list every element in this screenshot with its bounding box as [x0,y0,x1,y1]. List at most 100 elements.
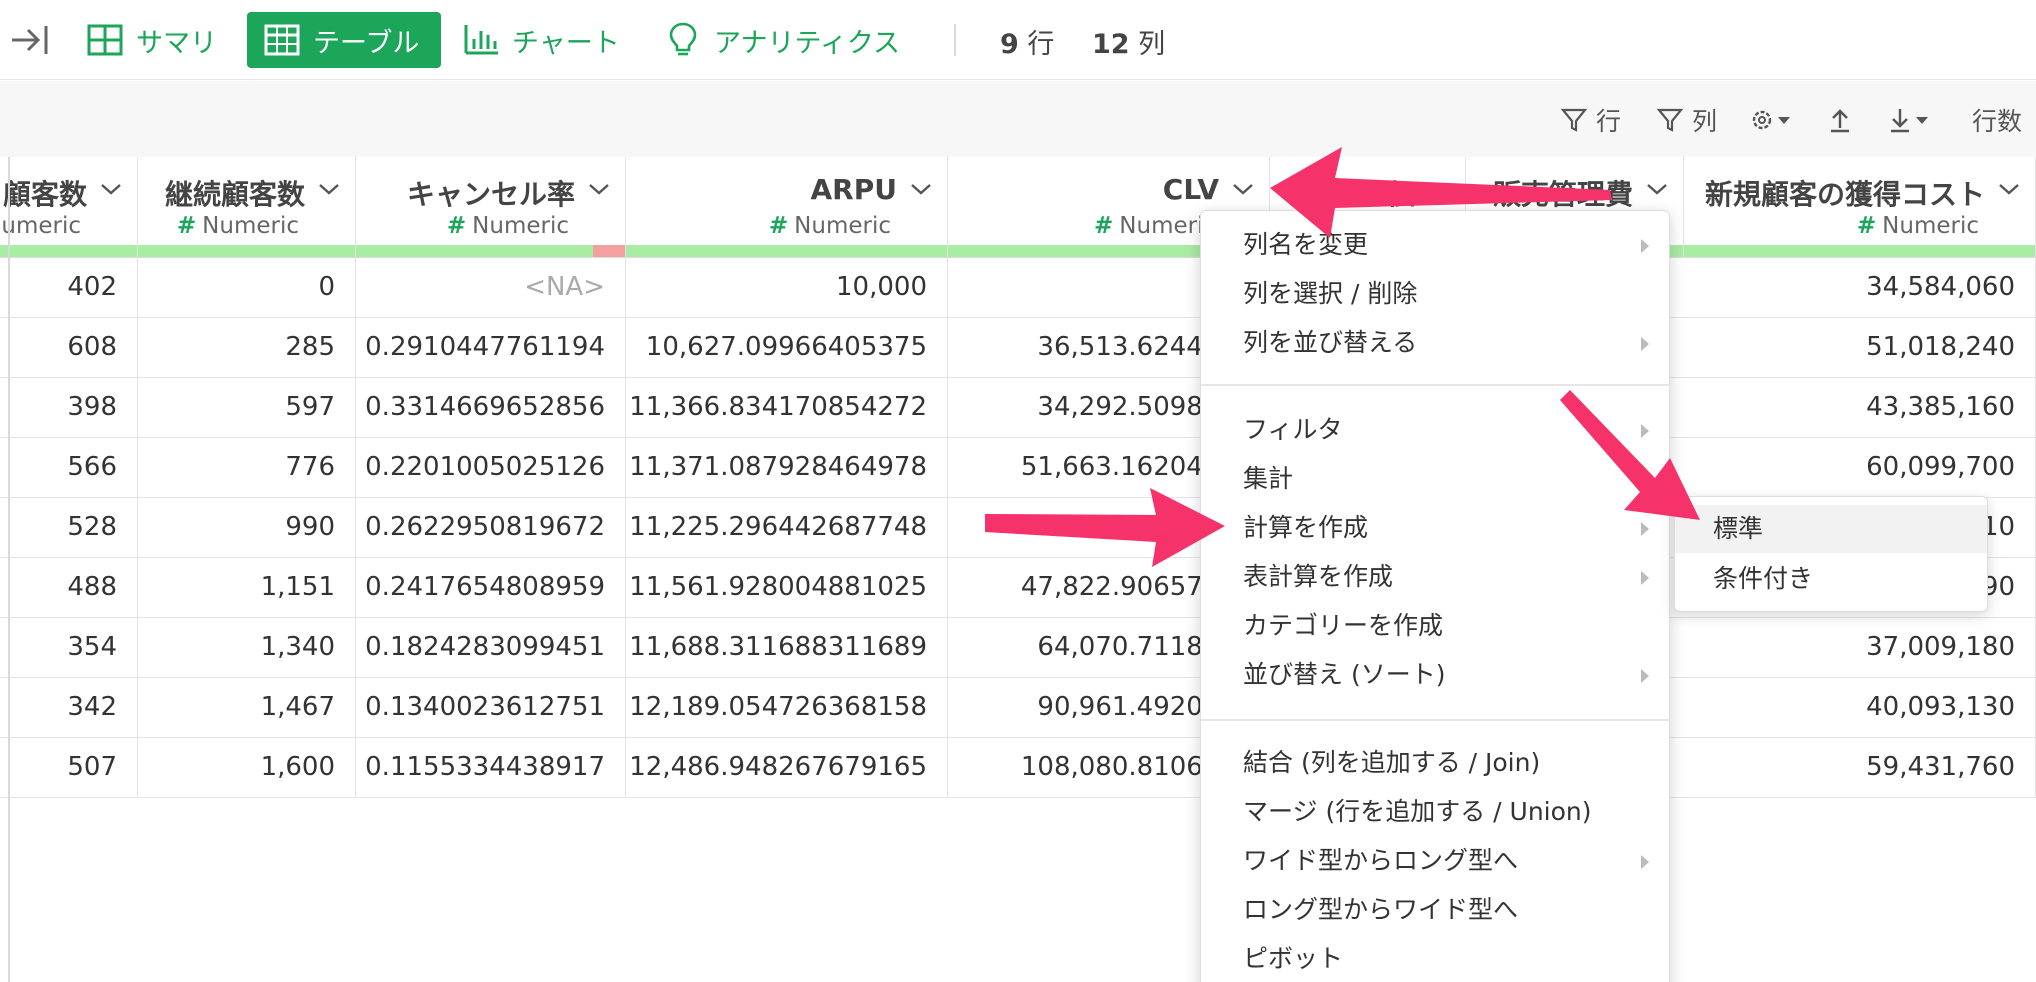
table-cell[interactable]: 59,431,760 [1684,738,2036,798]
menu-item-sort[interactable]: 並び替え (ソート) [1201,651,1671,699]
column-header[interactable]: ARPU # Numeric [626,157,948,258]
table-cell[interactable]: 40,093,130 [1684,678,2036,738]
filter-icon [1656,108,1684,132]
toolbar-divider [954,24,956,56]
row-filter-button[interactable]: 行 [1560,100,1621,140]
upload-button[interactable] [1826,100,1862,140]
menu-item-create-calculation[interactable]: 計算を作成 [1201,504,1671,552]
table-cell[interactable]: 12,189.054726368158 [626,678,948,738]
table-cell[interactable]: 37,009,180 [1684,618,2036,678]
settings-button[interactable] [1750,100,1806,140]
column-type: # Numeric [176,213,299,239]
table-cell[interactable]: 51,018,240 [1684,318,2036,378]
menu-item-label: 集計 [1243,464,1294,493]
download-button[interactable] [1886,100,1944,140]
column-name: 販売管理費 [1492,178,1633,211]
table-cell[interactable]: 1,340 [138,618,356,678]
table-cell[interactable]: 507 [0,738,138,798]
tab-chart[interactable]: チャート [462,12,632,68]
column-header[interactable]: 新規顧客の獲得コスト # Numeric [1684,157,2036,258]
table-cell[interactable]: 0.1340023612751 [356,678,626,738]
table-cell[interactable]: 402 [0,258,138,318]
table-cell[interactable]: 0.1155334438917 [356,738,626,798]
table-cell[interactable]: 11,366.834170854272 [626,378,948,438]
menu-item-filter[interactable]: フィルタ [1201,406,1671,454]
column-header[interactable]: 継続顧客数 # Numeric [138,157,356,258]
table-cell[interactable]: 342 [0,678,138,738]
table-cell[interactable]: 11,225.296442687748 [626,498,948,558]
menu-divider [1201,719,1671,721]
table-cell[interactable]: <NA> [356,258,626,318]
menu-item-label: ピボット [1243,944,1344,973]
table-cell[interactable]: 398 [0,378,138,438]
menu-item-label: ロング型からワイド型へ [1243,895,1519,924]
menu-item-aggregate[interactable]: 集計 [1201,455,1671,503]
table-cell[interactable]: 0 [138,258,356,318]
table-cell[interactable]: 0.2201005025126 [356,438,626,498]
menu-item-label: 並び替え (ソート) [1243,660,1446,689]
table-cell[interactable]: 11,371.087928464978 [626,438,948,498]
menu-item-join[interactable]: 結合 (列を追加する / Join) [1201,739,1671,787]
table-cell[interactable]: 354 [0,618,138,678]
table-cell[interactable]: 1,467 [138,678,356,738]
table-cell[interactable]: 0.3314669652856 [356,378,626,438]
menu-item-pivot[interactable]: ピボット [1201,935,1671,982]
tab-analytics[interactable]: アナリティクス [664,12,914,68]
chevron-right-icon [1641,669,1649,683]
menu-item-create-table-calculation[interactable]: 表計算を作成 [1201,553,1671,601]
chevron-down-icon[interactable] [1645,181,1669,197]
table-cell[interactable]: 488 [0,558,138,618]
tab-table[interactable]: テーブル [247,12,441,68]
table-cell[interactable]: 597 [138,378,356,438]
chevron-down-icon[interactable] [587,181,611,197]
submenu-item-standard[interactable]: 標準 [1675,505,1987,553]
table-cell[interactable]: 10,627.09966405375 [626,318,948,378]
table-cell[interactable]: 12,486.948267679165 [626,738,948,798]
table-cell[interactable]: 11,561.928004881025 [626,558,948,618]
chevron-right-icon [1641,571,1649,585]
table-cell[interactable]: 0.2910447761194 [356,318,626,378]
chevron-down-icon[interactable] [317,181,341,197]
table-cell[interactable]: 608 [0,318,138,378]
gear-icon [1752,110,1790,130]
table-cell[interactable]: 11,688.311688311689 [626,618,948,678]
menu-item-union[interactable]: マージ (行を追加する / Union) [1201,788,1671,836]
menu-item-wide-to-long[interactable]: ワイド型からロング型へ [1201,837,1671,885]
chevron-down-icon[interactable] [1997,181,2021,197]
menu-item-long-to-wide[interactable]: ロング型からワイド型へ [1201,886,1671,934]
menu-item-label: 列を並び替える [1243,328,1418,357]
chevron-down-icon[interactable] [99,181,123,197]
tab-summary[interactable]: サマリ [86,12,226,68]
menu-item-label: 計算を作成 [1243,513,1369,542]
table-cell[interactable]: 285 [138,318,356,378]
row-count-button[interactable]: 行数 [1972,100,2022,140]
table-cell[interactable]: 60,099,700 [1684,438,2036,498]
menu-item-select-delete-columns[interactable]: 列を選択 / 削除 [1201,270,1671,318]
table-cell[interactable]: 1,600 [138,738,356,798]
table-cell[interactable]: 34,584,060 [1684,258,2036,318]
row-count-unit: 行 [1027,29,1055,60]
menu-item-create-category[interactable]: カテゴリーを作成 [1201,602,1671,650]
table-cell[interactable]: 0.2622950819672 [356,498,626,558]
column-header[interactable]: キャンセル率 # Numeric [356,157,626,258]
expand-sidebar-icon[interactable] [8,22,50,58]
column-header[interactable]: 顧客数 umeric [0,157,138,258]
submenu-item-conditional[interactable]: 条件付き [1675,555,1987,603]
menu-item-label: 列名を変更 [1243,230,1369,259]
table-cell[interactable]: 43,385,160 [1684,378,2036,438]
table-cell[interactable]: 0.1824283099451 [356,618,626,678]
chevron-down-icon[interactable] [1427,181,1451,197]
table-cell[interactable]: 0.2417654808959 [356,558,626,618]
column-filter-button[interactable]: 列 [1656,100,1717,140]
table-cell[interactable]: 776 [138,438,356,498]
table-cell[interactable]: 990 [138,498,356,558]
table-cell[interactable]: 566 [0,438,138,498]
table-cell[interactable]: 1,151 [138,558,356,618]
table-cell[interactable]: 10,000 [626,258,948,318]
chevron-down-icon[interactable] [1231,181,1255,197]
table-cell[interactable]: 528 [0,498,138,558]
chevron-down-icon[interactable] [909,181,933,197]
menu-item-rename-column[interactable]: 列名を変更 [1201,221,1671,269]
table-row: 342 1,467 0.1340023612751 12,189.0547263… [0,678,2036,738]
menu-item-reorder-columns[interactable]: 列を並び替える [1201,319,1671,367]
